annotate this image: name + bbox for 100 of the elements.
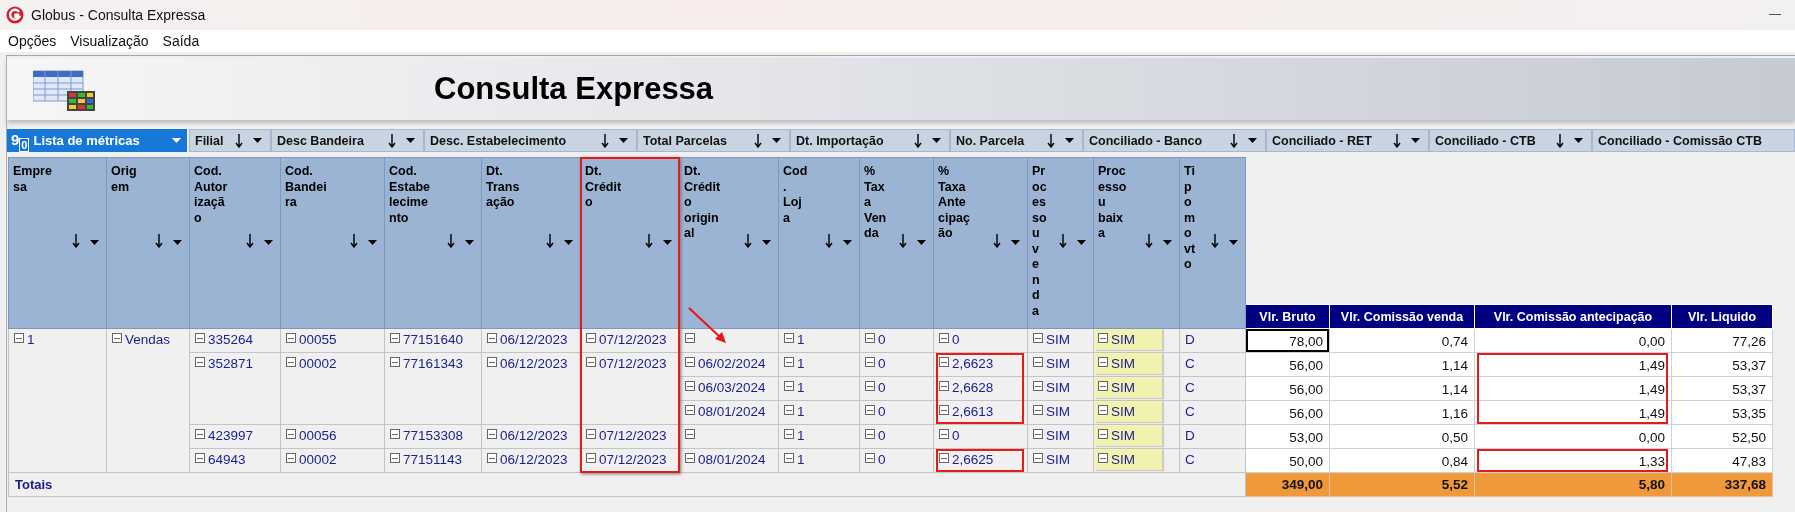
dropdown-icon[interactable] bbox=[564, 240, 573, 245]
collapse-icon[interactable] bbox=[487, 333, 497, 343]
sort-arrow-icon[interactable] bbox=[825, 234, 833, 248]
filter-field[interactable]: Filial bbox=[189, 129, 271, 152]
collapse-icon[interactable] bbox=[784, 357, 794, 367]
collapse-icon[interactable] bbox=[784, 453, 794, 463]
sort-arrow-icon[interactable] bbox=[1047, 133, 1055, 148]
collapse-icon[interactable] bbox=[390, 357, 400, 367]
collapse-icon[interactable] bbox=[586, 429, 596, 439]
filter-field[interactable]: Desc. Estabelecimento bbox=[424, 129, 637, 152]
sort-arrow-icon[interactable] bbox=[72, 234, 80, 248]
filter-field[interactable]: Conciliado - Banco bbox=[1083, 129, 1266, 152]
sort-arrow-icon[interactable] bbox=[914, 133, 922, 148]
collapse-icon[interactable] bbox=[586, 357, 596, 367]
sort-arrow-icon[interactable] bbox=[744, 234, 752, 248]
collapse-icon[interactable] bbox=[1033, 357, 1043, 367]
dropdown-icon[interactable] bbox=[1574, 138, 1583, 143]
measure-header[interactable]: Vlr. Bruto bbox=[1245, 304, 1330, 329]
collapse-icon[interactable] bbox=[1098, 453, 1108, 463]
column-header[interactable]: Dt. Trans ação bbox=[481, 157, 581, 329]
column-header[interactable]: Proc esso u baix a bbox=[1093, 157, 1180, 329]
collapse-icon[interactable] bbox=[286, 453, 296, 463]
sort-arrow-icon[interactable] bbox=[1556, 133, 1564, 148]
filter-field[interactable]: Conciliado - Comissão CTB bbox=[1592, 129, 1795, 152]
collapse-icon[interactable] bbox=[390, 333, 400, 343]
dropdown-icon[interactable] bbox=[1163, 240, 1172, 245]
collapse-icon[interactable] bbox=[195, 453, 205, 463]
sort-arrow-icon[interactable] bbox=[1393, 133, 1401, 148]
menu-item[interactable]: Opções bbox=[8, 33, 57, 49]
column-header[interactable]: Cod. Estabe lecime nto bbox=[384, 157, 482, 329]
measure-header[interactable]: Vlr. Comissão antecipação bbox=[1474, 304, 1672, 329]
collapse-icon[interactable] bbox=[14, 333, 24, 343]
filter-field[interactable]: Conciliado - RET bbox=[1266, 129, 1429, 152]
sort-arrow-icon[interactable] bbox=[601, 133, 609, 148]
sort-arrow-icon[interactable] bbox=[899, 234, 907, 248]
sort-arrow-icon[interactable] bbox=[1145, 234, 1153, 248]
collapse-icon[interactable] bbox=[784, 381, 794, 391]
column-header[interactable]: % Taxa Ante cipaç ão bbox=[933, 157, 1028, 329]
sort-arrow-icon[interactable] bbox=[754, 133, 762, 148]
dropdown-icon[interactable] bbox=[843, 240, 852, 245]
column-header[interactable]: Cod . Loj a bbox=[778, 157, 860, 329]
dropdown-icon[interactable] bbox=[465, 240, 474, 245]
collapse-icon[interactable] bbox=[865, 381, 875, 391]
collapse-icon[interactable] bbox=[487, 429, 497, 439]
collapse-icon[interactable] bbox=[586, 333, 596, 343]
collapse-icon[interactable] bbox=[939, 429, 949, 439]
sort-arrow-icon[interactable] bbox=[546, 234, 554, 248]
measure-header[interactable]: Vlr. Comissão venda bbox=[1329, 304, 1475, 329]
dropdown-icon[interactable] bbox=[1248, 138, 1257, 143]
collapse-icon[interactable] bbox=[586, 453, 596, 463]
sort-arrow-icon[interactable] bbox=[235, 133, 243, 148]
filter-field[interactable]: Dt. Importação bbox=[790, 129, 950, 152]
filter-field[interactable]: Conciliado - CTB bbox=[1429, 129, 1592, 152]
dropdown-icon[interactable] bbox=[90, 240, 99, 245]
collapse-icon[interactable] bbox=[390, 429, 400, 439]
collapse-icon[interactable] bbox=[784, 333, 794, 343]
collapse-icon[interactable] bbox=[685, 333, 695, 343]
collapse-icon[interactable] bbox=[939, 405, 949, 415]
collapse-icon[interactable] bbox=[1098, 357, 1108, 367]
column-header[interactable]: Pr oc es so u v e n d a bbox=[1027, 157, 1094, 329]
sort-arrow-icon[interactable] bbox=[645, 234, 653, 248]
collapse-icon[interactable] bbox=[1033, 429, 1043, 439]
dropdown-icon[interactable] bbox=[264, 240, 273, 245]
collapse-icon[interactable] bbox=[195, 333, 205, 343]
dropdown-icon[interactable] bbox=[1229, 240, 1238, 245]
dropdown-icon[interactable] bbox=[368, 240, 377, 245]
dropdown-icon[interactable] bbox=[619, 138, 628, 143]
collapse-icon[interactable] bbox=[1098, 429, 1108, 439]
column-header[interactable]: Dt. Crédit o origin al bbox=[679, 157, 779, 329]
collapse-icon[interactable] bbox=[487, 453, 497, 463]
collapse-icon[interactable] bbox=[939, 381, 949, 391]
collapse-icon[interactable] bbox=[286, 429, 296, 439]
measure-header[interactable]: Vlr. Liquido bbox=[1671, 304, 1773, 329]
collapse-icon[interactable] bbox=[865, 453, 875, 463]
collapse-icon[interactable] bbox=[195, 357, 205, 367]
minimize-icon[interactable] bbox=[1769, 14, 1781, 16]
collapse-icon[interactable] bbox=[286, 333, 296, 343]
collapse-icon[interactable] bbox=[195, 429, 205, 439]
column-header[interactable]: Orig em bbox=[106, 157, 190, 329]
dropdown-icon[interactable] bbox=[406, 138, 415, 143]
dropdown-icon[interactable] bbox=[1011, 240, 1020, 245]
dropdown-icon[interactable] bbox=[663, 240, 672, 245]
dropdown-icon[interactable] bbox=[917, 240, 926, 245]
dropdown-icon[interactable] bbox=[1065, 138, 1074, 143]
dropdown-icon[interactable] bbox=[762, 240, 771, 245]
collapse-icon[interactable] bbox=[286, 357, 296, 367]
dropdown-icon[interactable] bbox=[173, 240, 182, 245]
sort-arrow-icon[interactable] bbox=[1230, 133, 1238, 148]
column-header[interactable]: % Tax a Ven da bbox=[859, 157, 934, 329]
collapse-icon[interactable] bbox=[685, 429, 695, 439]
collapse-icon[interactable] bbox=[784, 405, 794, 415]
dropdown-icon[interactable] bbox=[932, 138, 941, 143]
collapse-icon[interactable] bbox=[1033, 453, 1043, 463]
column-header[interactable]: Dt. Crédit o bbox=[580, 157, 680, 329]
column-header[interactable]: Ti p o m o vt o bbox=[1179, 157, 1246, 329]
sort-arrow-icon[interactable] bbox=[1059, 234, 1067, 248]
sort-arrow-icon[interactable] bbox=[447, 234, 455, 248]
collapse-icon[interactable] bbox=[112, 333, 122, 343]
collapse-icon[interactable] bbox=[939, 453, 949, 463]
collapse-icon[interactable] bbox=[939, 333, 949, 343]
